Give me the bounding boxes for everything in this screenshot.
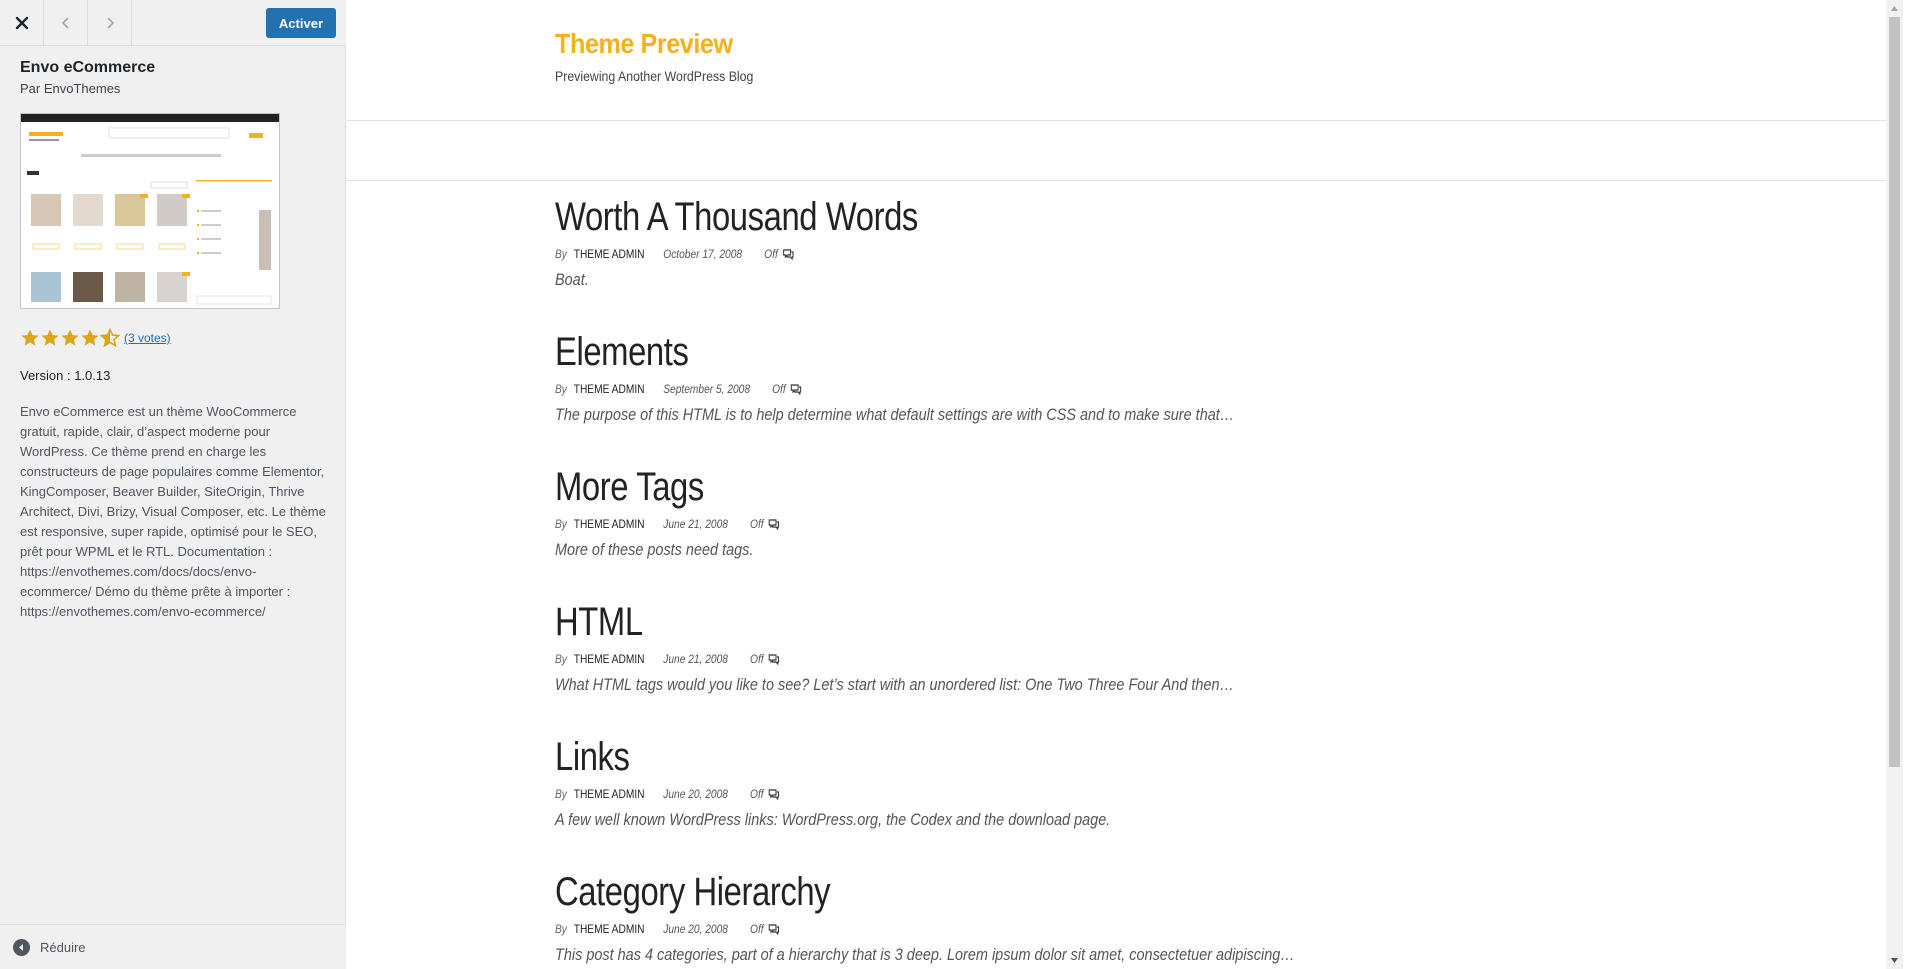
post-date[interactable]: June 21, 2008 [663,652,728,666]
post-meta: By THEME ADMIN October 17, 2008 Off [555,246,1405,262]
activate-button[interactable]: Activer [265,8,336,38]
post-by-label: By [555,652,567,666]
site-menu-bar [347,121,1903,181]
theme-screenshot [20,113,280,309]
collapse-arrow-icon [13,938,30,956]
theme-description: Envo eCommerce est un thème WooCommerce … [20,404,326,619]
post-date[interactable]: June 20, 2008 [663,787,728,801]
post-excerpt: The purpose of this HTML is to help dete… [555,405,1235,424]
theme-header: Envo eCommerce Par EnvoThemes [20,58,326,97]
post-author[interactable]: THEME ADMIN [574,382,645,396]
post-item: HTML By THEME ADMIN June 21, 2008 Off Wh… [555,599,1555,695]
post-title[interactable]: Elements [555,329,1375,375]
post-excerpt: A few well known WordPress links: WordPr… [555,810,1111,829]
post-meta: By THEME ADMIN September 5, 2008 Off [555,381,1405,397]
post-excerpt: What HTML tags would you like to see? Le… [555,675,1234,694]
post-by-label: By [555,247,567,261]
post-author[interactable]: THEME ADMIN [574,652,645,666]
post-item: More Tags By THEME ADMIN June 21, 2008 O… [555,464,1555,560]
site-title[interactable]: Theme Preview [555,28,733,60]
comments-icon [769,518,780,530]
star-icon [81,329,99,346]
post-author[interactable]: THEME ADMIN [574,517,645,531]
scroll-up-arrow-icon[interactable] [1886,0,1903,17]
post-title[interactable]: Links [555,734,1375,780]
post-comments-status: Off [764,247,778,261]
site-tagline: Previewing Another WordPress Blog [555,68,754,84]
scrollbar-thumb[interactable] [1889,17,1900,767]
post-comments-status: Off [772,382,786,396]
theme-author: Par EnvoThemes [20,81,121,96]
post-by-label: By [555,517,567,531]
post-item: Category Hierarchy By THEME ADMIN June 2… [555,869,1555,965]
scroll-down-arrow-icon[interactable] [1886,952,1903,969]
previous-theme-button[interactable] [44,0,88,45]
next-theme-button[interactable] [88,0,132,45]
post-meta: By THEME ADMIN June 20, 2008 Off [555,921,1405,937]
post-excerpt: This post has 4 categories, part of a hi… [555,945,1295,964]
chevron-right-icon [106,16,114,29]
post-title[interactable]: HTML [555,599,1375,645]
post-date[interactable]: June 20, 2008 [663,922,728,936]
post-excerpt: Boat. [555,270,589,289]
post-title[interactable]: Worth A Thousand Words [555,194,1375,240]
star-half-icon [100,328,120,348]
post-meta: By THEME ADMIN June 20, 2008 Off [555,786,1405,802]
post-date[interactable]: June 21, 2008 [663,517,728,531]
post-meta: By THEME ADMIN June 21, 2008 Off [555,651,1405,667]
post-date[interactable]: September 5, 2008 [663,382,750,396]
collapse-button[interactable]: Réduire [0,924,346,969]
post-author[interactable]: THEME ADMIN [574,787,645,801]
post-comments-status: Off [750,922,764,936]
post-by-label: By [555,382,567,396]
post-item: Elements By THEME ADMIN September 5, 200… [555,329,1555,425]
star-icon [21,329,39,346]
post-date[interactable]: October 17, 2008 [663,247,742,261]
post-comments-status: Off [750,787,764,801]
theme-preview-frame: Theme Preview Previewing Another WordPre… [347,0,1903,969]
collapse-label: Réduire [40,939,86,955]
preview-scrollbar[interactable] [1886,0,1903,969]
post-by-label: By [555,922,567,936]
chevron-left-icon [61,16,69,29]
post-item: Worth A Thousand Words By THEME ADMIN Oc… [555,194,1555,290]
post-comments-status: Off [750,652,764,666]
post-title[interactable]: Category Hierarchy [555,869,1375,915]
star-icon [41,329,59,346]
post-title[interactable]: More Tags [555,464,1375,510]
site-header: Theme Preview Previewing Another WordPre… [347,0,1903,121]
comments-icon [783,248,794,260]
theme-version: Version : 1.0.13 [20,368,111,383]
theme-name: Envo eCommerce [20,59,156,76]
theme-details-panel: Activer Envo eCommerce Par EnvoThemes (3… [0,0,346,969]
post-meta: By THEME ADMIN June 21, 2008 Off [555,516,1405,532]
close-icon [15,16,28,29]
post-author[interactable]: THEME ADMIN [574,247,645,261]
comments-icon [769,653,780,665]
star-icon [61,329,79,346]
comments-icon [769,788,780,800]
close-button[interactable] [0,0,44,45]
post-author[interactable]: THEME ADMIN [574,922,645,936]
post-by-label: By [555,787,567,801]
post-comments-status: Off [750,517,764,531]
comments-icon [791,383,802,395]
post-excerpt: More of these posts need tags. [555,540,754,559]
comments-icon [769,923,780,935]
votes-link[interactable]: (3 votes) [124,331,171,345]
panel-toolbar: Activer [0,0,346,46]
post-item: Links By THEME ADMIN June 20, 2008 Off A… [555,734,1555,830]
theme-rating: (3 votes) [20,328,171,348]
